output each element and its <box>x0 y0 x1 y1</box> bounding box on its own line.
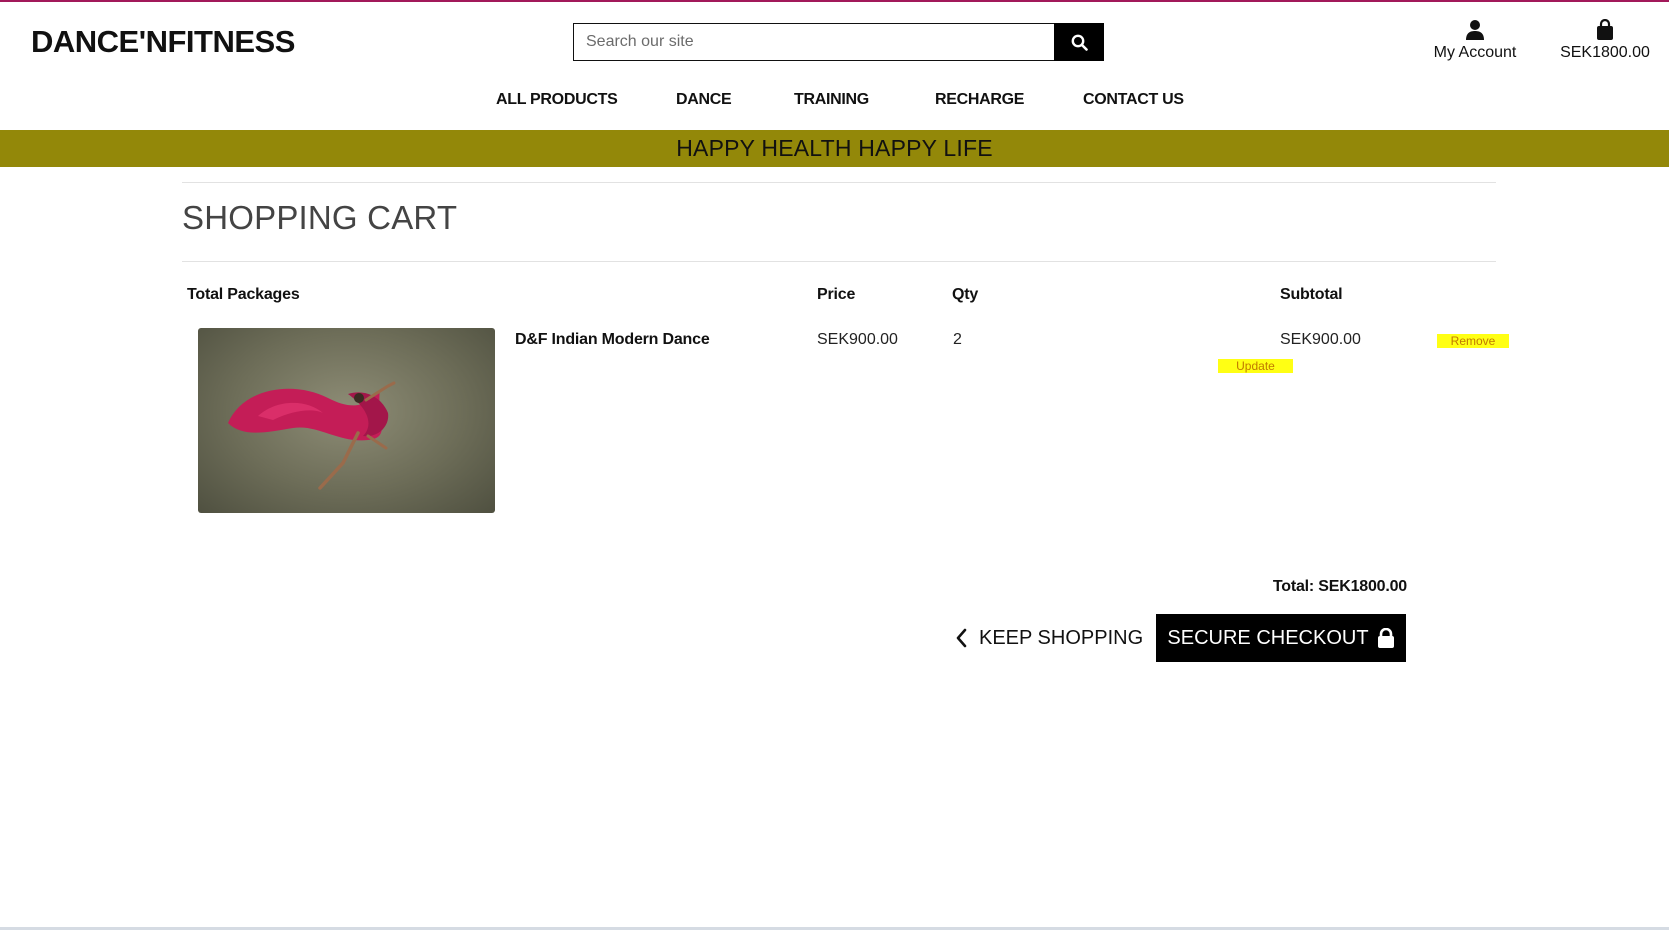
keep-shopping-label: KEEP SHOPPING <box>979 626 1144 649</box>
column-header-qty: Qty <box>952 286 979 303</box>
column-header-price: Price <box>817 286 856 303</box>
lock-icon <box>1377 628 1394 648</box>
page: DANCE'NFITNESS My Account SEK1800.00 ALL… <box>0 0 1669 932</box>
main-nav: ALL PRODUCTS DANCE TRAINING RECHARGE CON… <box>0 91 1669 115</box>
search-input[interactable] <box>573 23 1054 61</box>
shopping-bag-link[interactable]: SEK1800.00 <box>1555 19 1655 62</box>
shopping-bag-icon <box>1597 19 1613 40</box>
user-icon <box>1466 20 1484 40</box>
dancer-photo <box>228 381 396 490</box>
divider <box>182 261 1496 262</box>
column-header-subtotal: Subtotal <box>1280 286 1343 303</box>
product-image <box>198 328 495 513</box>
nav-training[interactable]: TRAINING <box>794 91 869 109</box>
search-icon <box>1071 34 1088 51</box>
update-button[interactable]: Update <box>1218 359 1293 373</box>
site-logo[interactable]: DANCE'NFITNESS <box>31 24 295 60</box>
browser-bottom-edge <box>0 927 1669 930</box>
nav-dance[interactable]: DANCE <box>676 91 732 109</box>
banner-text: HAPPY HEALTH HAPPY LIFE <box>676 135 993 161</box>
product-name[interactable]: D&F Indian Modern Dance <box>515 331 710 349</box>
search-button[interactable] <box>1054 23 1104 61</box>
product-qty[interactable]: 2 <box>953 331 962 349</box>
divider <box>182 182 1496 183</box>
secure-checkout-label: SECURE CHECKOUT <box>1167 626 1369 649</box>
my-account-label: My Account <box>1433 44 1517 61</box>
secure-checkout-button[interactable]: SECURE CHECKOUT <box>1156 614 1406 662</box>
column-header-package: Total Packages <box>187 286 300 303</box>
nav-all-products[interactable]: ALL PRODUCTS <box>496 91 618 109</box>
remove-button[interactable]: Remove <box>1437 334 1509 348</box>
product-subtotal: SEK900.00 <box>1280 331 1361 348</box>
nav-recharge[interactable]: RECHARGE <box>935 91 1024 109</box>
page-title: SHOPPING CART <box>182 199 458 236</box>
search-form <box>573 23 1104 61</box>
keep-shopping-button[interactable]: KEEP SHOPPING <box>955 614 1143 662</box>
accent-line <box>0 0 1669 2</box>
promo-banner: HAPPY HEALTH HAPPY LIFE <box>0 130 1669 167</box>
my-account-link[interactable]: My Account <box>1430 19 1520 62</box>
cart-total: Total: SEK1800.00 <box>1272 578 1407 595</box>
product-price: SEK900.00 <box>817 331 898 348</box>
chevron-left-icon <box>956 628 967 648</box>
bag-total: SEK1800.00 <box>1560 44 1650 61</box>
nav-contact-us[interactable]: CONTACT US <box>1083 91 1184 109</box>
